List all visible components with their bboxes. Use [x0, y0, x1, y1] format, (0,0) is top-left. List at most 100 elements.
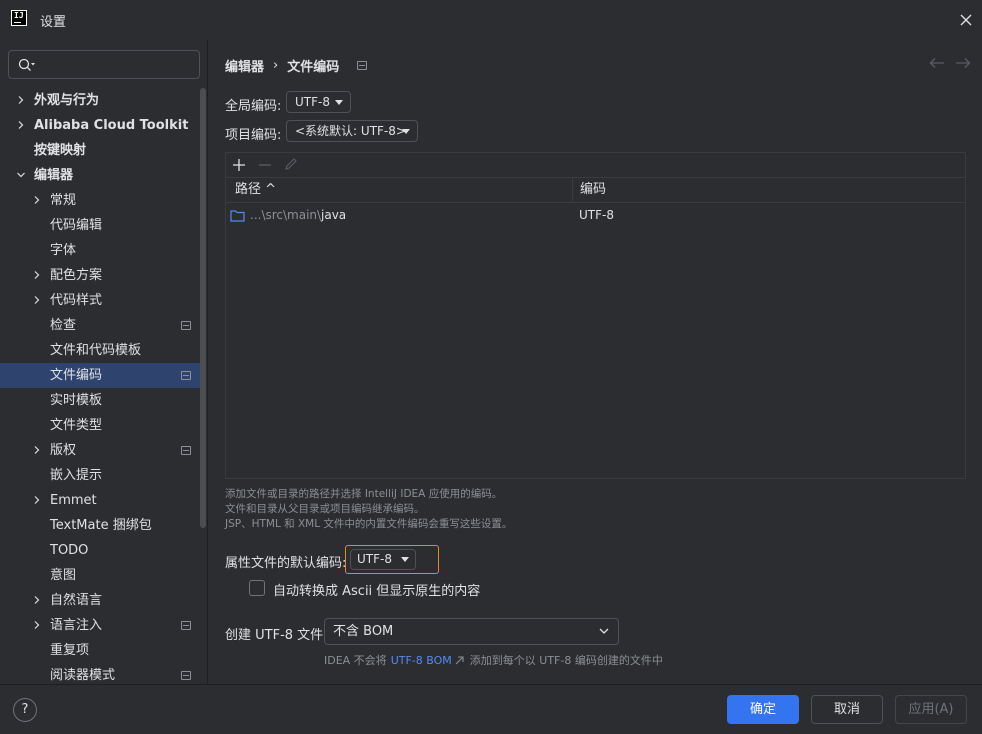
sidebar-item-label: Emmet: [50, 493, 97, 508]
sidebar-item[interactable]: 语言注入: [0, 613, 200, 638]
chevron-right-icon[interactable]: [33, 446, 41, 454]
breadcrumb-separator: ›: [273, 58, 279, 73]
native-to-ascii-label: 自动转换成 Ascii 但显示原生的内容: [273, 584, 481, 599]
chevron-right-icon[interactable]: [33, 296, 41, 304]
sidebar-item[interactable]: Alibaba Cloud Toolkit: [0, 113, 200, 138]
breadcrumb: 编辑器 › 文件编码: [225, 56, 368, 75]
project-encoding-value: <系统默认: UTF-8>: [295, 124, 406, 138]
bom-label: 创建 UTF-8 文件:: [225, 628, 328, 643]
path-encoding-table: 路径 ^ 编码 ...\src\main\ java UTF-8: [225, 152, 966, 479]
remove-icon[interactable]: [258, 158, 272, 172]
global-encoding-select[interactable]: UTF-8: [286, 91, 351, 113]
settings-tree: 外观与行为 Alibaba Cloud Toolkit 按键映射编辑器常规代码编辑字…: [0, 88, 200, 688]
sidebar-item[interactable]: 检查: [0, 313, 200, 338]
cancel-button[interactable]: 取消: [811, 695, 883, 724]
native-to-ascii-checkbox[interactable]: [249, 580, 265, 596]
chevron-right-icon[interactable]: [33, 196, 41, 204]
sidebar-item-label: 文件和代码模板: [50, 343, 142, 358]
sidebar-item[interactable]: 配色方案: [0, 263, 200, 288]
sidebar-item[interactable]: 代码样式: [0, 288, 200, 313]
sidebar-item[interactable]: TODO: [0, 538, 200, 563]
sidebar-item[interactable]: 外观与行为: [0, 88, 200, 113]
external-link-icon[interactable]: [455, 655, 464, 665]
sidebar-item[interactable]: 常规: [0, 188, 200, 213]
sidebar-item[interactable]: 意图: [0, 563, 200, 588]
search-icon: [18, 58, 35, 71]
sidebar-item[interactable]: 实时模板: [0, 388, 200, 413]
add-icon[interactable]: [232, 158, 246, 172]
settings-search-input[interactable]: [8, 50, 200, 79]
sidebar-scrollbar[interactable]: [200, 88, 206, 684]
sidebar-item[interactable]: 字体: [0, 238, 200, 263]
sidebar-item-label: Alibaba Cloud Toolkit: [34, 118, 189, 133]
chevron-right-icon[interactable]: [33, 271, 41, 279]
sidebar-item[interactable]: 文件类型: [0, 413, 200, 438]
chevron-right-icon[interactable]: [33, 596, 41, 604]
table-row[interactable]: ...\src\main\ java UTF-8: [226, 203, 965, 228]
project-scope-icon: [181, 371, 191, 380]
dialog-button-bar: ? 确定 取消 应用(A): [0, 684, 982, 734]
project-scope-icon: [181, 321, 191, 330]
sidebar-item[interactable]: 编辑器: [0, 163, 200, 188]
back-arrow-icon[interactable]: [929, 57, 945, 69]
encoding-hint: 添加文件或目录的路径并选择 IntelliJ IDEA 应使用的编码。 文件和目…: [225, 487, 512, 532]
sidebar-item[interactable]: Emmet: [0, 488, 200, 513]
highlight-box: UTF-8: [345, 545, 439, 574]
sidebar-item-label: 检查: [50, 318, 77, 333]
window-title: 设置: [40, 15, 67, 30]
nav-arrows: [929, 57, 971, 69]
sidebar-item-label: TextMate 捆绑包: [50, 518, 152, 533]
column-divider[interactable]: [572, 178, 573, 203]
sidebar-item[interactable]: 文件编码: [0, 363, 200, 388]
sidebar-item[interactable]: 文件和代码模板: [0, 338, 200, 363]
bom-select[interactable]: 不含 BOM: [324, 618, 619, 645]
breadcrumb-current: 文件编码: [287, 60, 340, 75]
project-encoding-label: 项目编码:: [225, 128, 282, 143]
forward-arrow-icon[interactable]: [955, 57, 971, 69]
bom-note: IDEA 不会将 UTF-8 BOM 添加到每个以 UTF-8 编码创建的文件中: [324, 652, 663, 668]
project-scope-icon: [181, 446, 191, 455]
hint-line: JSP、HTML 和 XML 文件中的内置文件编码会重写这些设置。: [225, 518, 513, 530]
sidebar-item[interactable]: TextMate 捆绑包: [0, 513, 200, 538]
edit-pencil-icon[interactable]: [284, 157, 298, 171]
column-header-encoding[interactable]: 编码: [580, 178, 606, 203]
chevron-right-icon[interactable]: [33, 621, 41, 629]
sidebar-item[interactable]: 按键映射: [0, 138, 200, 163]
chevron-down-icon[interactable]: [17, 171, 25, 179]
utf8-bom-link[interactable]: UTF-8 BOM: [391, 654, 452, 667]
scrollbar-thumb[interactable]: [200, 88, 206, 528]
sidebar-item-label: TODO: [50, 543, 89, 558]
chevron-right-icon[interactable]: [17, 96, 25, 104]
column-header-path[interactable]: 路径 ^: [235, 178, 276, 203]
apply-button[interactable]: 应用(A): [895, 695, 967, 724]
sidebar-item[interactable]: 自然语言: [0, 588, 200, 613]
sidebar-item-label: 常规: [50, 193, 77, 208]
breadcrumb-parent[interactable]: 编辑器: [225, 56, 264, 75]
help-button[interactable]: ?: [13, 698, 37, 722]
title-bar: IJ 设置: [0, 0, 982, 40]
ok-button[interactable]: 确定: [727, 695, 799, 724]
path-encoding-value[interactable]: UTF-8: [579, 203, 614, 228]
project-encoding-select[interactable]: <系统默认: UTF-8>: [286, 120, 418, 142]
sidebar-item[interactable]: 版权: [0, 438, 200, 463]
sidebar-item-label: 外观与行为: [34, 93, 100, 108]
settings-content: 编辑器 › 文件编码 全局编码: UTF-8 项目编码: <系统默认: UTF-…: [209, 40, 982, 684]
bom-note-prefix: IDEA 不会将: [324, 654, 387, 667]
chevron-right-icon[interactable]: [33, 496, 41, 504]
sidebar-item[interactable]: 嵌入提示: [0, 463, 200, 488]
sidebar-item-label: 按键映射: [34, 143, 87, 158]
settings-sidebar: 外观与行为 Alibaba Cloud Toolkit 按键映射编辑器常规代码编辑字…: [0, 40, 208, 684]
close-icon[interactable]: [958, 12, 974, 28]
sidebar-item-label: 嵌入提示: [50, 468, 103, 483]
bom-note-suffix: 添加到每个以 UTF-8 编码创建的文件中: [469, 654, 663, 667]
properties-encoding-value: UTF-8: [357, 552, 392, 566]
chevron-right-icon[interactable]: [17, 121, 25, 129]
dropdown-arrow-icon: [402, 129, 410, 134]
properties-encoding-select[interactable]: UTF-8: [350, 549, 416, 570]
sidebar-item[interactable]: 重复项: [0, 638, 200, 663]
sidebar-item-label: 文件编码: [50, 368, 103, 383]
sidebar-item-label: 代码样式: [50, 293, 103, 308]
sidebar-item[interactable]: 代码编辑: [0, 213, 200, 238]
sidebar-item-label: 重复项: [50, 643, 90, 658]
folder-icon: [230, 210, 245, 222]
